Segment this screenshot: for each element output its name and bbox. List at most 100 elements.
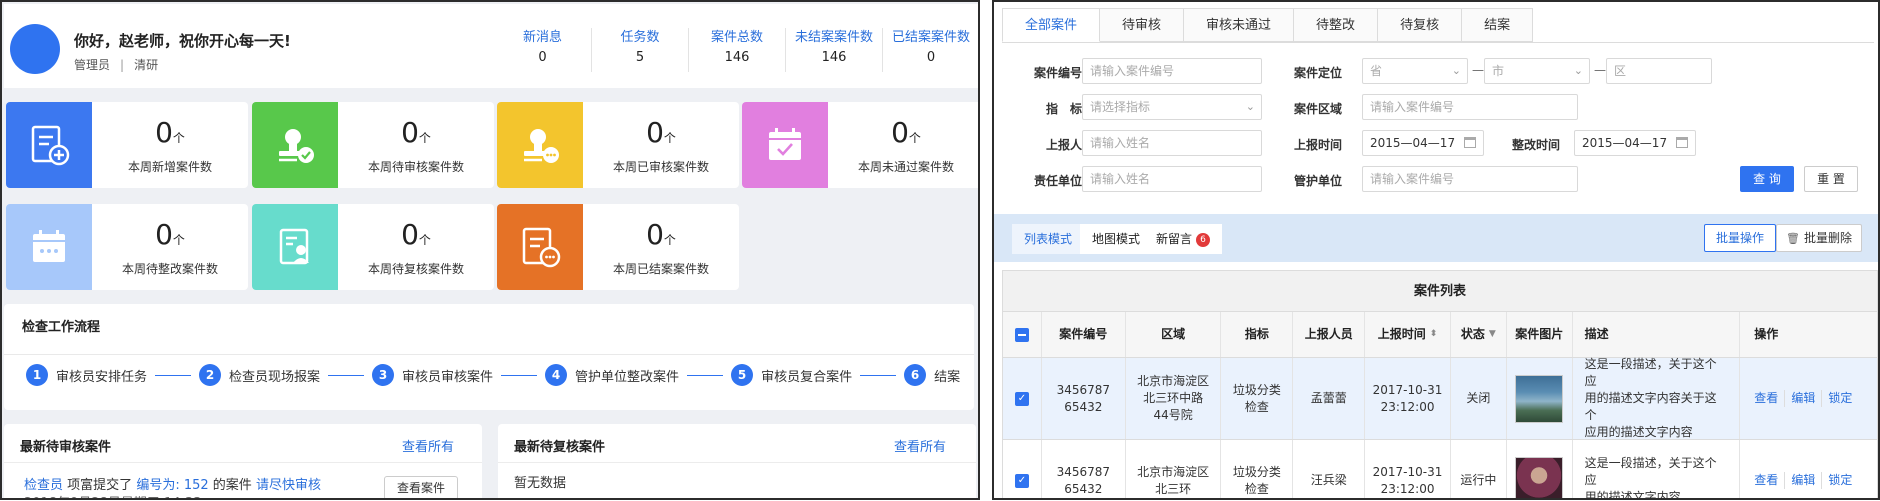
card-count: 0个 [155, 116, 185, 149]
case-status-tabs: 全部案件 待审核 审核未通过 待整改 待复核 结案 [1002, 8, 1534, 42]
view-case-button[interactable]: 查看案件 [384, 476, 458, 498]
case-list-panel: 全部案件 待审核 审核未通过 待整改 待复核 结案 案件编号 请输入案件编号 案… [992, 0, 1880, 500]
lock-link[interactable]: 锁定 [1821, 390, 1858, 407]
reset-button[interactable]: 重 置 [1804, 166, 1858, 192]
card-label: 本周已审核案件数 [612, 160, 709, 174]
col-indicator[interactable]: 指标 [1220, 312, 1292, 357]
tab-all-cases[interactable]: 全部案件 [1002, 8, 1101, 42]
cell-description: 这是一段描述，关于这个应 用的描述文字内容关于这个 应用的描述文字内容 [1571, 357, 1740, 439]
card-pending-review[interactable]: 0个 本周待审核案件数 [252, 102, 494, 188]
pending-review-panel: 最新待审核案件 查看所有 检查员 项富提交了 编号为: 152 的案件 请尽快审… [4, 424, 482, 498]
area-input[interactable]: 请输入案件编号 [1362, 94, 1578, 120]
card-new-cases[interactable]: 0个 本周新增案件数 [6, 102, 248, 188]
tab-map-mode[interactable]: 地图模式 [1080, 224, 1153, 254]
stamp-check-icon [252, 102, 338, 188]
cell-status: 运行中 [1449, 440, 1506, 498]
avatar[interactable] [10, 24, 60, 74]
filter-icon[interactable]: ▼ [1489, 326, 1496, 343]
table-row[interactable]: ✓ 3456787 65432 北京市海淀区 北三环中路 44号院 垃圾分类 检… [1002, 357, 1878, 440]
workflow-step: 5 审核员复合案件 [731, 364, 852, 386]
stat-closed-cases[interactable]: 已结案案件数 0 [882, 28, 978, 72]
edit-link[interactable]: 编辑 [1784, 390, 1821, 407]
card-rejected[interactable]: 0个 本周未通过案件数 [742, 102, 978, 188]
manage-unit-input[interactable]: 请输入案件编号 [1362, 166, 1578, 192]
workflow-step: 6 结案 [904, 364, 960, 386]
view-link[interactable]: 查看 [1748, 390, 1784, 407]
query-button[interactable]: 查 询 [1740, 166, 1794, 192]
col-description: 描述 [1571, 312, 1740, 357]
col-area[interactable]: 区域 [1124, 312, 1221, 357]
city-select[interactable]: 市 ⌄ [1484, 58, 1590, 84]
tab-new-messages[interactable]: 新留言 6 [1144, 224, 1223, 254]
view-all-recheck-link[interactable]: 查看所有 [894, 436, 946, 455]
tab-closed[interactable]: 结案 [1462, 8, 1534, 42]
workflow-step: 4 管护单位整改案件 [545, 364, 679, 386]
stat-open-cases[interactable]: 未结案案件数 146 [785, 28, 882, 72]
edit-link[interactable]: 编辑 [1784, 472, 1821, 489]
sort-icon[interactable]: ⬍ [1430, 326, 1438, 343]
row-checkbox[interactable]: ✓ [1014, 473, 1029, 488]
cell-report-time: 2017-10-31 23:12:00 [1364, 358, 1450, 439]
cell-report-time: 2017-10-31 23:12:00 [1364, 440, 1450, 498]
row-checkbox[interactable]: ✓ [1014, 391, 1029, 406]
card-count: 0个 [891, 116, 921, 149]
cell-area: 北京市海淀区 北三环中路 44号院 [1124, 358, 1221, 439]
batch-delete-button[interactable]: 🗑 批量删除 [1776, 224, 1862, 252]
tab-pending-review[interactable]: 待审核 [1100, 8, 1185, 42]
card-label: 本周待复核案件数 [367, 262, 464, 276]
workflow-step: 2 检查员现场报案 [199, 364, 320, 386]
lake-photo[interactable] [1515, 374, 1564, 423]
manage-unit-label: 管护单位 [1293, 174, 1342, 188]
stat-new-messages[interactable]: 新消息 0 [494, 28, 591, 72]
lock-link[interactable]: 锁定 [1821, 472, 1858, 489]
inspector-link[interactable]: 检查员 [24, 478, 63, 493]
report-time-picker[interactable]: 2015—04—17 [1362, 130, 1484, 156]
fix-time-picker[interactable]: 2015—04—17 [1574, 130, 1696, 156]
indicator-select[interactable]: 请选择指标 ⌄ [1082, 94, 1262, 120]
calendar-icon [1676, 137, 1688, 148]
cell-case-no: 3456787 65432 [1040, 358, 1125, 439]
view-all-review-link[interactable]: 查看所有 [402, 436, 454, 455]
col-case-no[interactable]: 案件编号 [1040, 312, 1125, 357]
stat-total-cases[interactable]: 案件总数 146 [688, 28, 785, 72]
case-id-link[interactable]: 编号为: 152 [136, 478, 208, 493]
reporter-input[interactable]: 请输入姓名 [1082, 130, 1262, 156]
col-reporter[interactable]: 上报人员 [1292, 312, 1364, 357]
select-all-checkbox[interactable] [1014, 327, 1029, 342]
tab-pending-fix[interactable]: 待整改 [1294, 8, 1379, 42]
col-photo: 案件图片 [1505, 312, 1572, 357]
tab-review-rejected[interactable]: 审核未通过 [1184, 8, 1295, 42]
card-pending-recheck[interactable]: 0个 本周待复核案件数 [252, 204, 494, 290]
table-row[interactable]: ✓ 3456787 65432 北京市海淀区 北三环 垃圾分类 检查 汪兵梁 2… [1002, 440, 1878, 498]
cell-indicator: 垃圾分类 检查 [1220, 440, 1292, 498]
cell-indicator: 垃圾分类 检查 [1220, 358, 1292, 439]
card-count: 0个 [646, 116, 676, 149]
card-pending-fix[interactable]: 0个 本周待整改案件数 [6, 204, 248, 290]
col-report-time[interactable]: 上报时间 ⬍ [1364, 312, 1450, 357]
card-count: 0个 [401, 218, 431, 251]
unit-input[interactable]: 请输入姓名 [1082, 166, 1262, 192]
tab-pending-recheck[interactable]: 待复核 [1378, 8, 1463, 42]
cell-description: 这是一段描述，关于这个应 用的描述文字内容 [1571, 440, 1740, 498]
view-link[interactable]: 查看 [1748, 472, 1784, 489]
province-select[interactable]: 省 ⌄ [1362, 58, 1468, 84]
document-more-icon [497, 204, 583, 290]
stats-bar: 新消息 0 任务数 5 案件总数 146 未结案案件数 146 已结案案件数 0 [494, 28, 978, 72]
unit-label: 责任单位 [1033, 174, 1082, 188]
empty-state: 暂无数据 [514, 476, 567, 491]
card-closed[interactable]: 0个 本周已结案案件数 [497, 204, 739, 290]
case-no-label: 案件编号 [1033, 66, 1082, 80]
col-status[interactable]: 状态 ▼ [1449, 312, 1506, 357]
case-no-input[interactable]: 请输入案件编号 [1082, 58, 1262, 84]
table-header: 案件编号 区域 指标 上报人员 上报时间 ⬍ 状态 ▼ 案件图片 描述 操作 [1002, 312, 1878, 358]
stamp-more-icon [497, 102, 583, 188]
card-reviewed[interactable]: 0个 本周已审核案件数 [497, 102, 739, 188]
cell-area: 北京市海淀区 北三环 [1124, 440, 1221, 498]
tab-list-mode[interactable]: 列表模式 [1012, 224, 1085, 254]
stat-tasks[interactable]: 任务数 5 [591, 28, 688, 72]
review-now-link[interactable]: 请尽快审核 [256, 478, 321, 493]
user-role: 管理员 | 清研 [74, 58, 159, 72]
batch-operate-button[interactable]: 批量操作 [1704, 224, 1776, 252]
district-select[interactable]: 区 [1606, 58, 1712, 84]
portrait-photo[interactable] [1515, 456, 1564, 498]
